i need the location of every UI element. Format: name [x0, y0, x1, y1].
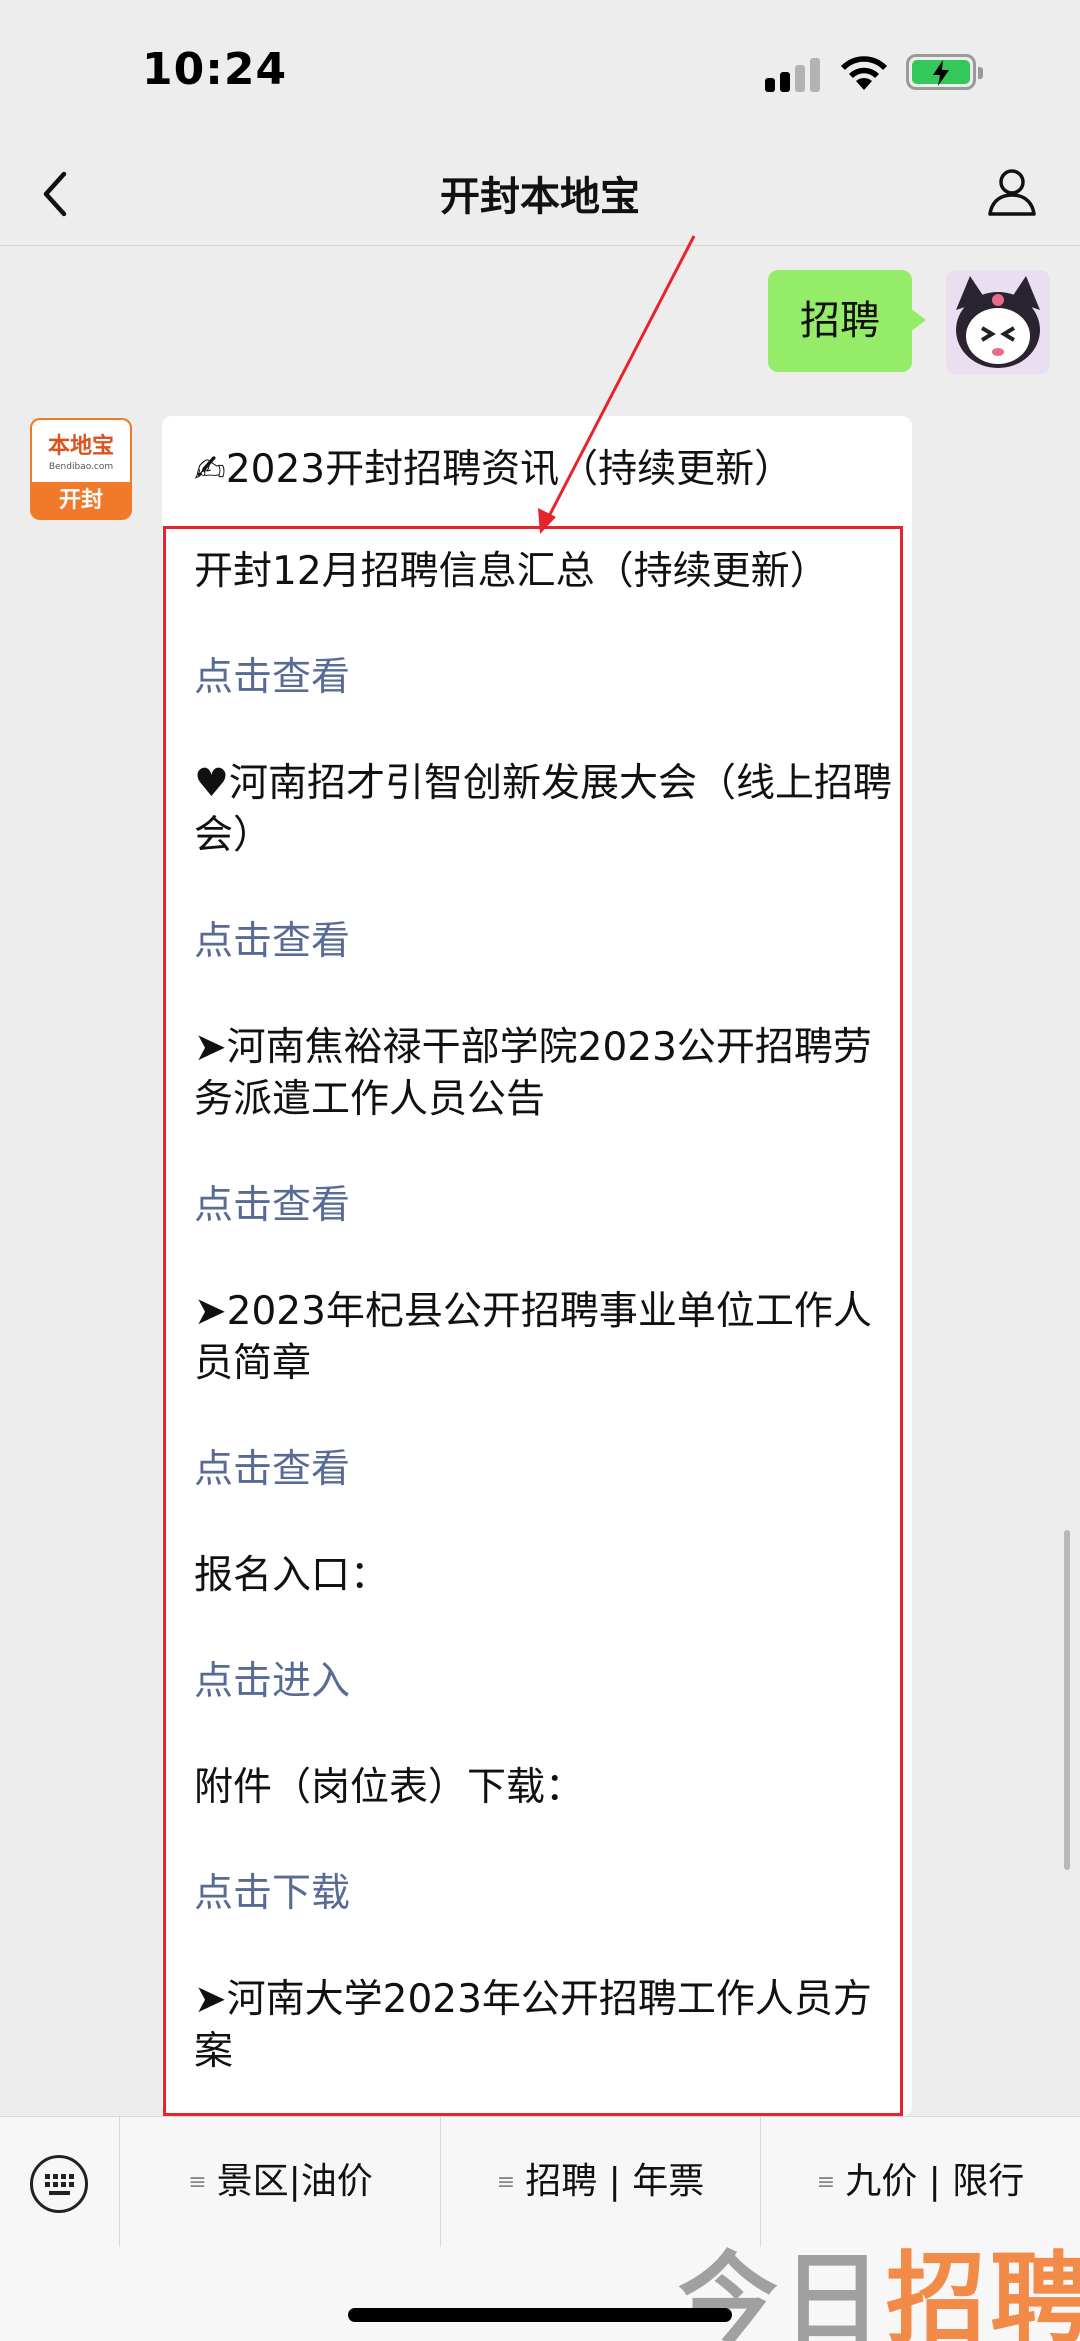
menu-item-label: 九价 | 限行: [845, 2161, 1025, 2202]
home-indicator[interactable]: [348, 2308, 732, 2322]
keyboard-icon: [30, 2155, 88, 2213]
cellular-signal-icon: [765, 58, 821, 92]
outgoing-message[interactable]: 招聘: [768, 270, 926, 372]
incoming-message: ✍2023开封招聘资讯（持续更新） 开封12月招聘信息汇总（持续更新） 点击查看…: [162, 416, 912, 2116]
menu-lines-icon: ≡: [496, 2170, 516, 2195]
battery-charging-icon: [906, 54, 983, 90]
list-item-text: ♥河南招才引智创新发展大会（线上招聘会）: [194, 761, 892, 858]
list-item-text: ➤河南焦裕禄干部学院2023公开招聘劳务派遣工作人员公告: [194, 1025, 872, 1122]
message-header: ✍2023开封招聘资讯（持续更新）: [194, 438, 793, 494]
message-body: 开封12月招聘信息汇总（持续更新） 点击查看 ♥河南招才引智创新发展大会（线上招…: [194, 546, 894, 2116]
download-link[interactable]: 点击下载: [194, 1868, 894, 1920]
menu-lines-icon: ≡: [188, 2170, 207, 2195]
keyboard-toggle-button[interactable]: [0, 2117, 120, 2247]
status-time: 10:24: [142, 44, 288, 95]
user-profile-icon[interactable]: [984, 164, 1040, 220]
view-link[interactable]: 点击查看: [194, 1180, 894, 1232]
menu-item-label: 景区|油价: [216, 2161, 373, 2202]
list-item-text: 附件（岗位表）下载：: [194, 1765, 585, 1810]
page-title: 开封本地宝: [440, 174, 640, 220]
message-header-text: 2023开封招聘资讯（持续更新）: [225, 447, 794, 492]
self-avatar[interactable]: [946, 270, 1050, 374]
menu-item-label: 招聘 | 年票: [525, 2161, 705, 2202]
watermark-part: 今日: [678, 2241, 886, 2341]
nav-bar: 开封本地宝: [0, 140, 1080, 246]
view-link[interactable]: 点击查看: [194, 1444, 894, 1496]
writing-hand-icon: ✍: [194, 447, 226, 491]
list-item-text: ➤2023年杞县公开招聘事业单位工作人员简章: [194, 1289, 872, 1386]
account-avatar[interactable]: 本地宝 Bendibao.com 开封: [30, 418, 132, 520]
view-link[interactable]: 点击查看: [194, 652, 894, 704]
avatar-city-label: 开封: [58, 488, 103, 513]
view-link[interactable]: 点击查看: [194, 916, 894, 968]
list-item-text: 开封12月招聘信息汇总（持续更新）: [194, 549, 829, 594]
watermark-part: 招聘: [886, 2241, 1080, 2341]
scrollbar[interactable]: [1064, 1530, 1070, 1870]
watermark: 今日招聘: [678, 2218, 1080, 2341]
avatar-logo-subtext: Bendibao.com: [48, 462, 114, 472]
list-item-text: ➤河南大学2023年公开招聘工作人员方案: [194, 1977, 872, 2074]
avatar-logo-text: 本地宝: [47, 433, 114, 459]
wifi-icon: [841, 56, 887, 90]
menu-item-scenic-gas[interactable]: ≡ 景区|油价: [121, 2117, 441, 2247]
list-item-text: 报名入口：: [194, 1553, 390, 1598]
enter-link[interactable]: 点击进入: [194, 1656, 894, 1708]
status-bar: 10:24: [0, 0, 1080, 140]
